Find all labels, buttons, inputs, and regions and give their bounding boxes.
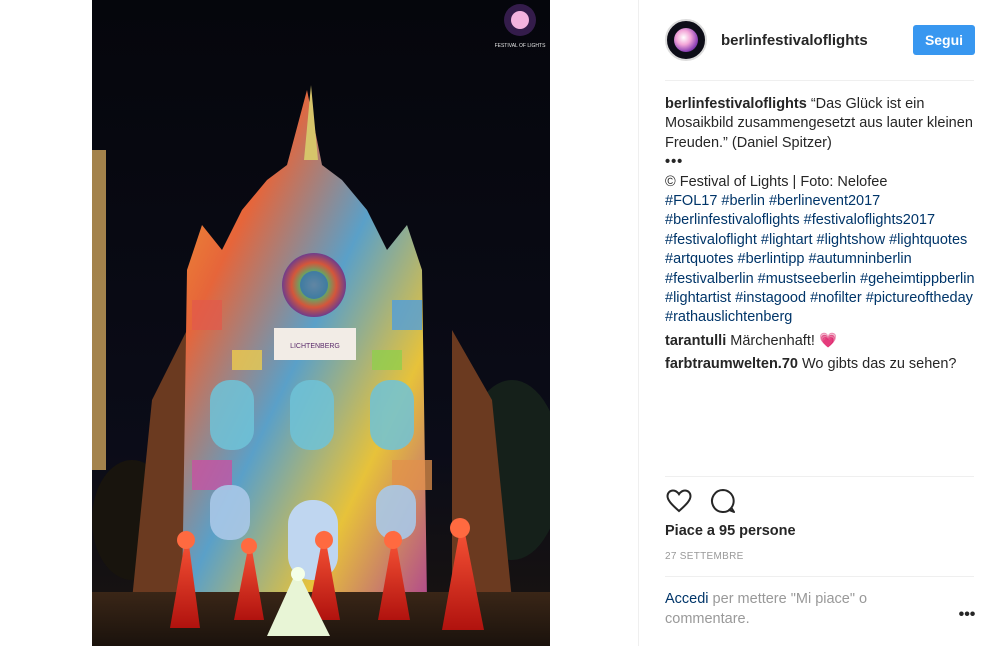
actions-divider [665, 476, 974, 477]
watermark-text: FESTIVAL OF LIGHTS [495, 43, 547, 49]
page-gutter-left [0, 0, 92, 646]
comment-author[interactable]: tarantulli [665, 333, 726, 349]
town-hall-illumination-image: LICHTENBERG FESTIVAL OF LIGHTS [92, 0, 550, 646]
footer-divider [665, 576, 974, 577]
post-side-panel: berlinfestivaloflights Segui berlinfesti… [638, 0, 1000, 646]
post-header: berlinfestivaloflights Segui [665, 18, 975, 62]
pink-heart-emoji-icon: 💗 [818, 332, 837, 349]
comments-list: berlinfestivaloflights “Das Glück ist ei… [665, 95, 977, 379]
header-username[interactable]: berlinfestivaloflights [721, 32, 868, 49]
speech-bubble-icon[interactable] [709, 487, 737, 515]
photo-container[interactable]: LICHTENBERG FESTIVAL OF LIGHTS [92, 0, 638, 646]
banner-text: LICHTENBERG [290, 343, 340, 350]
login-prompt: Accedi per mettere "Mi piace" o commenta… [665, 590, 925, 629]
likes-count[interactable]: Piace a 95 persone [665, 523, 796, 539]
post-date[interactable]: 27 SETTEMBRE [665, 551, 744, 562]
caption-hashtags[interactable]: #FOL17 #berlin #berlinevent2017 #berlinf… [665, 193, 975, 325]
caption-author[interactable]: berlinfestivaloflights [665, 96, 807, 112]
header-divider [665, 80, 974, 81]
follow-button[interactable]: Segui [913, 25, 975, 55]
festival-logo-icon [674, 28, 698, 52]
login-link[interactable]: Accedi [665, 591, 709, 607]
post-photo[interactable]: LICHTENBERG FESTIVAL OF LIGHTS [92, 0, 550, 646]
comment-text: Wo gibts das zu sehen? [802, 356, 957, 373]
caption: berlinfestivaloflights “Das Glück ist ei… [665, 95, 977, 328]
heart-outline-icon[interactable] [665, 487, 693, 515]
ellipsis-icon[interactable]: ••• [955, 607, 979, 626]
comment-text: Märchenhaft! [730, 332, 815, 349]
caption-dots: ••• [665, 154, 684, 171]
comment-item: farbtraumwelten.70 Wo gibts das zu sehen… [665, 355, 977, 374]
caption-credit: © Festival of Lights | Foto: Nelofee [665, 173, 888, 190]
post-actions [665, 487, 737, 515]
comment-item: tarantulli Märchenhaft! 💗 [665, 332, 977, 351]
comment-author[interactable]: farbtraumwelten.70 [665, 356, 798, 372]
profile-avatar[interactable] [665, 19, 707, 61]
